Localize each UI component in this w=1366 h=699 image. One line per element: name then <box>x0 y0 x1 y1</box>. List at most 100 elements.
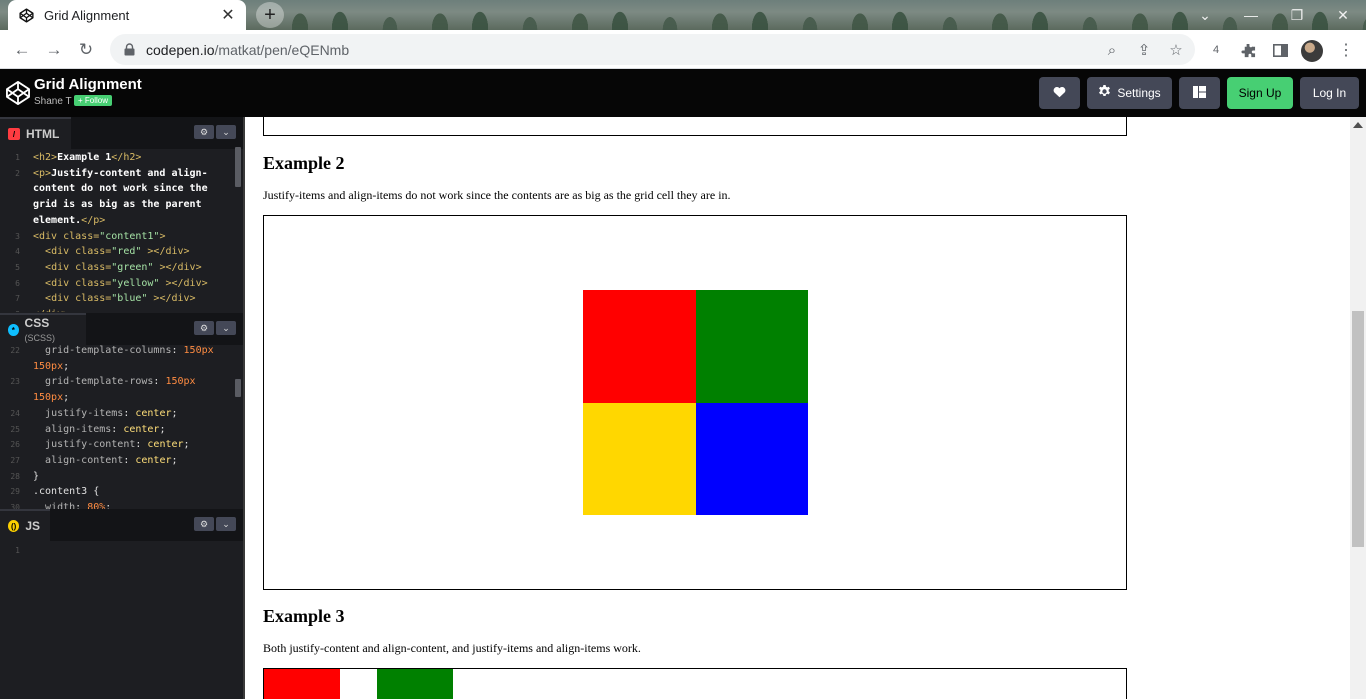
code-line[interactable]: 6 <div class="yellow" ></div> <box>0 276 235 292</box>
code-token: class= <box>75 277 112 289</box>
line-number: 28 <box>10 471 20 481</box>
tab-js[interactable]: () JS <box>0 509 50 541</box>
line-number: 25 <box>10 424 20 434</box>
codepen-header: Grid Alignment Shane T + Follow Settings… <box>0 69 1366 117</box>
minimize-button[interactable]: — <box>1228 0 1274 30</box>
tab-html[interactable]: / HTML <box>0 117 71 149</box>
code-token: </h2> <box>111 152 142 163</box>
html-badge-icon: / <box>8 128 20 140</box>
line-number: 1 <box>15 546 20 555</box>
pen-title[interactable]: Grid Alignment <box>34 76 142 93</box>
restore-button[interactable]: ❐ <box>1274 0 1320 30</box>
code-line[interactable]: 1 <h2>Example 1</h2> <box>0 150 235 166</box>
url-text[interactable]: codepen.io/matkat/pen/eQENmb <box>146 42 349 58</box>
code-line[interactable]: 4 <div class="red" ></div> <box>0 244 235 260</box>
code-token: justify-items <box>33 407 124 419</box>
example1-grid-container <box>263 117 1127 136</box>
code-line[interactable]: 2 <p>Justify-content and align-content do… <box>0 166 235 229</box>
js-collapse-chevron-icon[interactable]: ⌄ <box>216 517 236 531</box>
back-button[interactable]: ← <box>10 38 34 62</box>
code-line[interactable]: 24 justify-items: center; <box>0 406 235 422</box>
html-editor-scrollbar[interactable] <box>235 147 241 187</box>
grid-cell-green <box>377 669 453 699</box>
browser-tab[interactable]: Grid Alignment ✕ <box>8 0 246 30</box>
example3-heading: Example 3 <box>263 606 345 626</box>
html-collapse-chevron-icon[interactable]: ⌄ <box>216 125 236 139</box>
tab-css[interactable]: * CSS (SCSS) <box>0 313 86 345</box>
code-line[interactable]: 27 align-content: center; <box>0 453 235 469</box>
extensions-puzzle-icon[interactable] <box>1236 38 1260 62</box>
css-code-editor[interactable]: 22 grid-template-columns: 150px 150px; 23… <box>0 343 235 509</box>
code-line[interactable]: 5 <div class="green" ></div> <box>0 260 235 276</box>
tab-close-icon[interactable]: ✕ <box>220 5 236 25</box>
address-bar[interactable]: codepen.io/matkat/pen/eQENmb ⌕ ⇪ ☆ <box>110 34 1195 65</box>
browser-menu-icon[interactable]: ⋮ <box>1334 38 1358 62</box>
code-line[interactable]: 28} <box>0 469 235 485</box>
css-pane-header: * CSS (SCSS) ⚙ ⌄ <box>0 313 243 345</box>
scroll-up-arrow-icon[interactable] <box>1353 122 1363 128</box>
layout-icon <box>1193 85 1206 101</box>
code-line[interactable]: 25 align-items: center; <box>0 422 235 438</box>
change-view-button[interactable] <box>1179 77 1220 109</box>
code-line[interactable]: 7 <div class="blue" ></div> <box>0 291 235 307</box>
html-settings-gear-icon[interactable]: ⚙ <box>194 125 214 139</box>
code-token: grid-template-columns <box>33 345 172 356</box>
new-tab-button[interactable]: + <box>256 2 284 28</box>
css-editor-scrollbar[interactable] <box>235 379 241 397</box>
html-code-editor[interactable]: 1 <h2>Example 1</h2> 2 <p>Justify-content a… <box>0 150 235 312</box>
grid-cell-blue <box>696 403 808 515</box>
code-token: justify-content <box>33 439 136 451</box>
css-collapse-chevron-icon[interactable]: ⌄ <box>216 321 236 335</box>
tab-search-icon[interactable]: ⌄ <box>1182 0 1228 30</box>
love-button[interactable] <box>1039 77 1080 109</box>
zoom-icon[interactable]: ⌕ <box>1100 38 1124 62</box>
css-settings-gear-icon[interactable]: ⚙ <box>194 321 214 335</box>
close-window-button[interactable]: ✕ <box>1320 0 1366 30</box>
js-badge-icon: () <box>8 520 20 532</box>
code-line[interactable]: 26 justify-content: center; <box>0 437 235 453</box>
code-line[interactable]: 22 grid-template-columns: 150px 150px; <box>0 343 235 374</box>
code-token: ; <box>63 360 70 372</box>
side-panel-icon[interactable] <box>1268 38 1292 62</box>
code-token: ></div> <box>141 246 190 258</box>
lock-icon[interactable] <box>122 43 136 57</box>
code-line[interactable]: 30 width: 80%; <box>0 500 235 509</box>
code-line[interactable]: 23 grid-template-rows: 150px 150px; <box>0 374 235 405</box>
bookmark-star-icon[interactable]: ☆ <box>1164 38 1188 62</box>
code-token: } <box>33 470 40 482</box>
code-line[interactable]: 29 .content3 { <box>0 484 235 500</box>
follow-button[interactable]: + Follow <box>74 95 113 106</box>
line-number: 23 <box>10 377 20 387</box>
code-token: <p> <box>33 167 52 179</box>
pen-author[interactable]: Shane T <box>34 96 72 107</box>
example2-grid-container <box>263 215 1127 590</box>
code-token: class= <box>75 246 112 258</box>
editor-column: / HTML ⚙ ⌄ 1 <h2>Example 1</h2> 2 <p>Justif… <box>0 117 245 699</box>
scrollbar-thumb[interactable] <box>1352 311 1364 547</box>
code-token: "content1" <box>99 230 160 242</box>
preview-scrollbar[interactable] <box>1350 117 1366 699</box>
code-token: 80% <box>87 502 106 509</box>
js-code-editor[interactable]: 1 <box>0 543 235 693</box>
code-line[interactable]: 8 </div> <box>0 307 235 312</box>
code-token: align-items <box>33 423 112 435</box>
code-token: center <box>123 423 160 435</box>
codepen-logo-icon[interactable] <box>5 80 31 106</box>
grid-cell-red <box>583 290 696 403</box>
profile-avatar[interactable] <box>1301 40 1323 62</box>
reload-button[interactable]: ↻ <box>74 38 98 62</box>
log-in-button[interactable]: Log In <box>1300 77 1359 109</box>
code-token: : <box>123 407 136 419</box>
code-token: : <box>135 439 148 451</box>
forward-button[interactable]: → <box>42 38 66 62</box>
grid-cell-yellow <box>583 403 696 515</box>
settings-button[interactable]: Settings <box>1087 77 1172 109</box>
js-settings-gear-icon[interactable]: ⚙ <box>194 517 214 531</box>
code-line[interactable]: 3 <div class="content1"> <box>0 229 235 245</box>
code-token: ; <box>105 502 112 509</box>
share-icon[interactable]: ⇪ <box>1132 38 1156 62</box>
example3-grid-container <box>263 668 1127 699</box>
code-token: center <box>135 454 172 466</box>
extension-badge[interactable]: 4 <box>1204 38 1228 62</box>
sign-up-button[interactable]: Sign Up <box>1227 77 1293 109</box>
